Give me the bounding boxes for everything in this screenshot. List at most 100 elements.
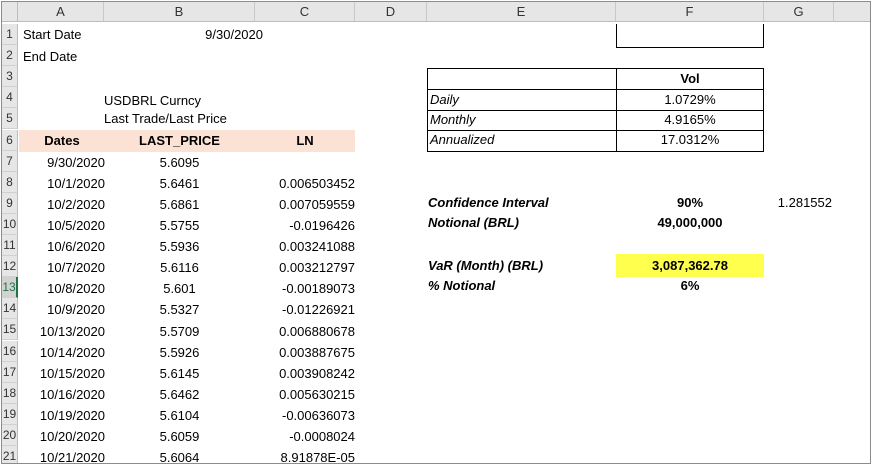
vol-header[interactable]: Vol (616, 68, 764, 90)
row-header-6[interactable]: 6 (2, 129, 18, 151)
row-header-18[interactable]: 18 (2, 382, 18, 404)
empty-input-cell[interactable] (616, 24, 764, 48)
row-header-2[interactable]: 2 (2, 45, 18, 67)
vol-daily-label[interactable]: Daily (430, 89, 610, 111)
table-cell-ln[interactable]: -0.0196426 (255, 215, 355, 237)
z-score-value[interactable]: 1.281552 (764, 192, 832, 214)
row-header-20[interactable]: 20 (2, 424, 18, 446)
ln-header[interactable]: LN (255, 130, 355, 152)
table-cell-date[interactable]: 10/8/2020 (19, 278, 105, 300)
row-header-3[interactable]: 3 (2, 66, 18, 88)
column-header-e[interactable]: E (427, 2, 616, 22)
row-header-8[interactable]: 8 (2, 171, 18, 193)
spreadsheet-grid: A B C D E F G 1 2 3 4 5 6 7 8 9 10 11 12 13 14 15 16 17 1… (1, 1, 871, 464)
table-cell-ln[interactable]: 0.003908242 (255, 363, 355, 385)
table-cell-price[interactable]: 5.5755 (104, 215, 255, 237)
table-cell-ln[interactable]: -0.01226921 (255, 299, 355, 321)
table-cell-date[interactable]: 10/1/2020 (19, 173, 105, 195)
table-cell-date[interactable]: 10/9/2020 (19, 299, 105, 321)
row-header-19[interactable]: 19 (2, 403, 18, 425)
table-cell-date[interactable]: 10/21/2020 (19, 447, 105, 463)
column-header-blank (834, 2, 870, 22)
vol-daily-value[interactable]: 1.0729% (616, 89, 764, 111)
vol-annualized-label[interactable]: Annualized (430, 129, 610, 151)
row-header-5[interactable]: 5 (2, 108, 18, 130)
table-cell-ln[interactable]: 0.006503452 (255, 173, 355, 195)
row-header-1[interactable]: 1 (2, 24, 18, 46)
table-cell-price[interactable]: 5.6461 (104, 173, 255, 195)
pct-notional-label[interactable]: % Notional (428, 275, 613, 297)
table-cell-ln[interactable]: 0.003887675 (255, 342, 355, 364)
row-header-13[interactable]: 13 (2, 277, 18, 299)
table-cell-ln[interactable]: 0.003241088 (255, 236, 355, 258)
table-cell-date[interactable]: 10/5/2020 (19, 215, 105, 237)
end-date-label[interactable]: End Date (23, 46, 113, 68)
table-cell-price[interactable]: 5.5936 (104, 236, 255, 258)
column-header-g[interactable]: G (764, 2, 834, 22)
pct-notional-value[interactable]: 6% (616, 275, 764, 297)
row-header-15[interactable]: 15 (2, 319, 18, 341)
var-label[interactable]: VaR (Month) (BRL) (428, 255, 613, 277)
table-cell-ln[interactable]: 0.007059559 (255, 194, 355, 216)
row-header-10[interactable]: 10 (2, 213, 18, 235)
table-cell-price[interactable]: 5.5709 (104, 321, 255, 343)
table-cell-date[interactable]: 10/20/2020 (19, 426, 105, 448)
table-cell-date[interactable]: 10/2/2020 (19, 194, 105, 216)
row-header-12[interactable]: 12 (2, 256, 18, 278)
table-cell-price[interactable]: 5.6462 (104, 384, 255, 406)
row-header-7[interactable]: 7 (2, 150, 18, 172)
table-cell-date[interactable]: 9/30/2020 (19, 152, 105, 174)
row-header-16[interactable]: 16 (2, 340, 18, 362)
table-cell-price[interactable]: 5.6104 (104, 405, 255, 427)
column-header-d[interactable]: D (355, 2, 427, 22)
vol-monthly-label[interactable]: Monthly (430, 109, 610, 131)
table-cell-price[interactable]: 5.5926 (104, 342, 255, 364)
vol-annualized-value[interactable]: 17.0312% (616, 129, 764, 151)
table-cell-date[interactable]: 10/6/2020 (19, 236, 105, 258)
table-cell-ln[interactable] (255, 152, 355, 174)
column-header-b[interactable]: B (104, 2, 255, 22)
table-cell-date[interactable]: 10/7/2020 (19, 257, 105, 279)
table-cell-date[interactable]: 10/19/2020 (19, 405, 105, 427)
notional-label[interactable]: Notional (BRL) (428, 212, 613, 234)
row-header-9[interactable]: 9 (2, 192, 18, 214)
table-cell-price[interactable]: 5.6116 (104, 257, 255, 279)
column-header-a[interactable]: A (18, 2, 104, 22)
column-header-c[interactable]: C (255, 2, 355, 22)
table-cell-date[interactable]: 10/13/2020 (19, 321, 105, 343)
table-cell-ln[interactable]: 8.91878E-05 (255, 447, 355, 463)
table-cell-price[interactable]: 5.5327 (104, 299, 255, 321)
table-cell-price[interactable]: 5.6064 (104, 447, 255, 463)
row-header-21[interactable]: 21 (2, 446, 18, 463)
table-cell-price[interactable]: 5.601 (104, 278, 255, 300)
select-all-corner[interactable] (2, 2, 18, 22)
last-price-header[interactable]: LAST_PRICE (104, 130, 255, 152)
table-cell-date[interactable]: 10/14/2020 (19, 342, 105, 364)
row-header-11[interactable]: 11 (2, 235, 18, 257)
table-cell-date[interactable]: 10/15/2020 (19, 363, 105, 385)
start-date-label[interactable]: Start Date (23, 24, 113, 46)
row-header-4[interactable]: 4 (2, 87, 18, 109)
price-field-label[interactable]: Last Trade/Last Price (104, 108, 264, 130)
dates-header[interactable]: Dates (19, 130, 105, 152)
confidence-interval-label[interactable]: Confidence Interval (428, 192, 613, 214)
notional-value[interactable]: 49,000,000 (616, 212, 764, 234)
table-cell-ln[interactable]: 0.005630215 (255, 384, 355, 406)
table-cell-price[interactable]: 5.6059 (104, 426, 255, 448)
table-cell-price[interactable]: 5.6095 (104, 152, 255, 174)
column-header-f[interactable]: F (616, 2, 764, 22)
table-cell-ln[interactable]: -0.00189073 (255, 278, 355, 300)
start-date-value[interactable]: 9/30/2020 (104, 24, 263, 46)
table-cell-date[interactable]: 10/16/2020 (19, 384, 105, 406)
var-value[interactable]: 3,087,362.78 (616, 255, 764, 277)
table-cell-ln[interactable]: -0.0008024 (255, 426, 355, 448)
table-cell-ln[interactable]: 0.006880678 (255, 321, 355, 343)
row-header-14[interactable]: 14 (2, 298, 18, 320)
vol-monthly-value[interactable]: 4.9165% (616, 109, 764, 131)
table-cell-ln[interactable]: -0.00636073 (255, 405, 355, 427)
table-cell-ln[interactable]: 0.003212797 (255, 257, 355, 279)
table-cell-price[interactable]: 5.6145 (104, 363, 255, 385)
confidence-interval-value[interactable]: 90% (616, 192, 764, 214)
row-header-17[interactable]: 17 (2, 361, 18, 383)
table-cell-price[interactable]: 5.6861 (104, 194, 255, 216)
